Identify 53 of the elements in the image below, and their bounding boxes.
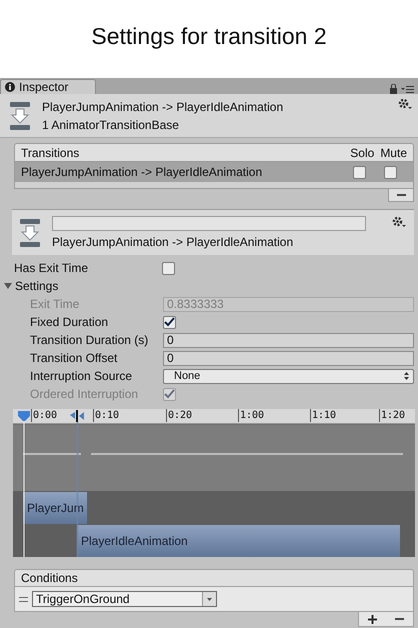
transition-name: PlayerJumpAnimation -> PlayerIdleAnimation xyxy=(21,165,264,179)
time-label: 0:20 xyxy=(166,409,192,422)
column-header: Solo xyxy=(350,146,374,160)
time-label: 0:00 xyxy=(31,409,58,422)
dropdown-arrow-button[interactable] xyxy=(202,592,216,606)
settings-icon[interactable] xyxy=(398,98,412,110)
clip-bar[interactable]: PlayerJum xyxy=(23,492,87,524)
time-label: 1:20 xyxy=(379,409,406,422)
time-label: 1:10 xyxy=(310,409,336,422)
expand-arrow-icon[interactable] xyxy=(4,282,12,290)
timeline[interactable]: 0:00 0:10 0:20 1:00 1:10 1:20 PlayerJum PlayerIdleAnimation xyxy=(13,409,415,557)
field-label: Has Exit Time xyxy=(14,261,90,275)
field-label: Ordered Interruption xyxy=(30,387,140,401)
section-label: Settings xyxy=(15,279,58,293)
up-down-arrows-icon xyxy=(404,372,409,380)
header-subtitle: 1 AnimatorTransitionBase xyxy=(42,118,180,132)
page-title: Settings for transition 2 xyxy=(90,22,328,51)
transition-icon xyxy=(20,218,40,246)
column-header: Mute xyxy=(380,146,407,160)
remove-button[interactable] xyxy=(388,189,414,202)
column-header: Transitions xyxy=(21,146,80,160)
clip-bar[interactable]: PlayerIdleAnimation xyxy=(77,525,400,557)
drag-handle-icon[interactable] xyxy=(19,596,28,602)
name-field[interactable] xyxy=(52,216,366,231)
checkbox[interactable] xyxy=(163,316,176,328)
transition-subtitle: PlayerJumpAnimation -> PlayerIdleAnimation xyxy=(52,235,294,249)
value-field[interactable]: 0 xyxy=(163,350,414,366)
field-label: Exit Time xyxy=(30,297,80,311)
conditions-title: Conditions xyxy=(21,571,78,585)
dropdown[interactable]: None xyxy=(163,368,414,384)
dropdown-value: None xyxy=(174,370,200,382)
transition-icon xyxy=(10,102,30,130)
caret-icon xyxy=(207,598,212,600)
field-label: Transition Offset xyxy=(30,351,118,365)
mute-checkbox[interactable] xyxy=(384,166,397,178)
time-label: 0:10 xyxy=(93,409,120,422)
transition-row[interactable]: PlayerJumpAnimation -> PlayerIdleAnimation xyxy=(14,162,414,182)
has-exit-time-checkbox[interactable] xyxy=(162,262,175,274)
parameter-name: TriggerOnGround xyxy=(36,592,130,606)
field-label: Fixed Duration xyxy=(30,315,110,329)
info-icon xyxy=(5,82,15,92)
value-field[interactable]: 0 xyxy=(163,332,414,348)
add-icon[interactable] xyxy=(368,614,377,624)
solo-checkbox[interactable] xyxy=(353,166,366,178)
inspector-tab[interactable]: Inspector xyxy=(0,79,96,94)
header-title: PlayerJumpAnimation -> PlayerIdleAnimation xyxy=(42,100,284,114)
parameter-dropdown[interactable]: TriggerOnGround xyxy=(32,591,217,607)
settings-icon[interactable] xyxy=(392,216,406,228)
curve-line-icon xyxy=(23,453,403,455)
field-label: Transition Duration (s) xyxy=(30,333,150,347)
time-label: 1:00 xyxy=(238,409,264,422)
lock-and-menu-icon[interactable] xyxy=(390,84,414,94)
field-label: Interruption Source xyxy=(30,369,134,383)
